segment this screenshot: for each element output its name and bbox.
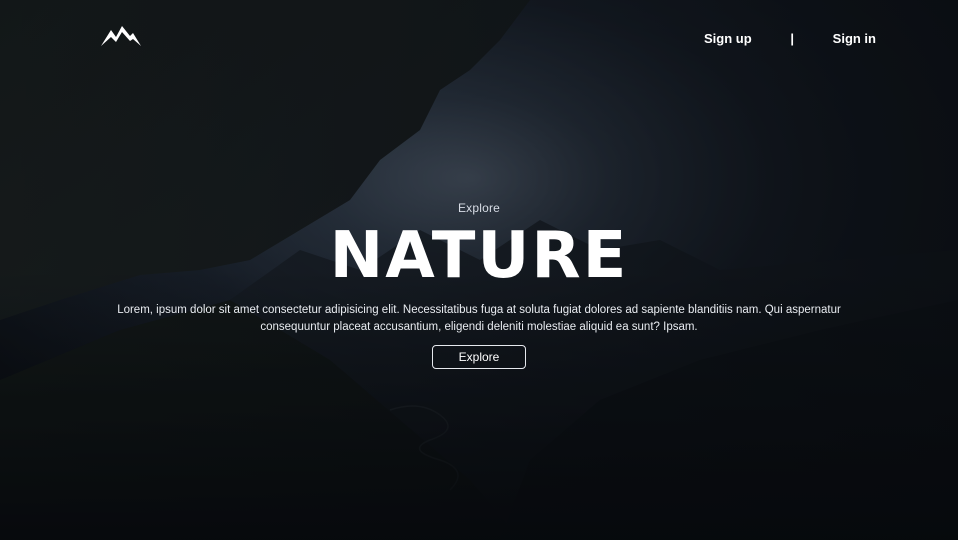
hero-content: Explore NATURE Lorem, ipsum dolor sit am… bbox=[0, 200, 958, 369]
top-nav: Sign up | Sign in bbox=[700, 29, 880, 47]
explore-button[interactable]: Explore bbox=[432, 345, 526, 369]
mountain-logo-icon[interactable] bbox=[100, 24, 142, 48]
hero-title: NATURE bbox=[329, 219, 629, 293]
nav-separator: | bbox=[790, 30, 794, 46]
sign-in-link[interactable]: Sign in bbox=[829, 31, 880, 46]
sign-up-link[interactable]: Sign up bbox=[700, 31, 756, 46]
hero-description: Lorem, ipsum dolor sit amet consectetur … bbox=[117, 304, 841, 333]
hero-kicker: Explore bbox=[457, 201, 501, 215]
hero-section: Sign up | Sign in Explore NATURE Lorem, … bbox=[0, 0, 958, 540]
